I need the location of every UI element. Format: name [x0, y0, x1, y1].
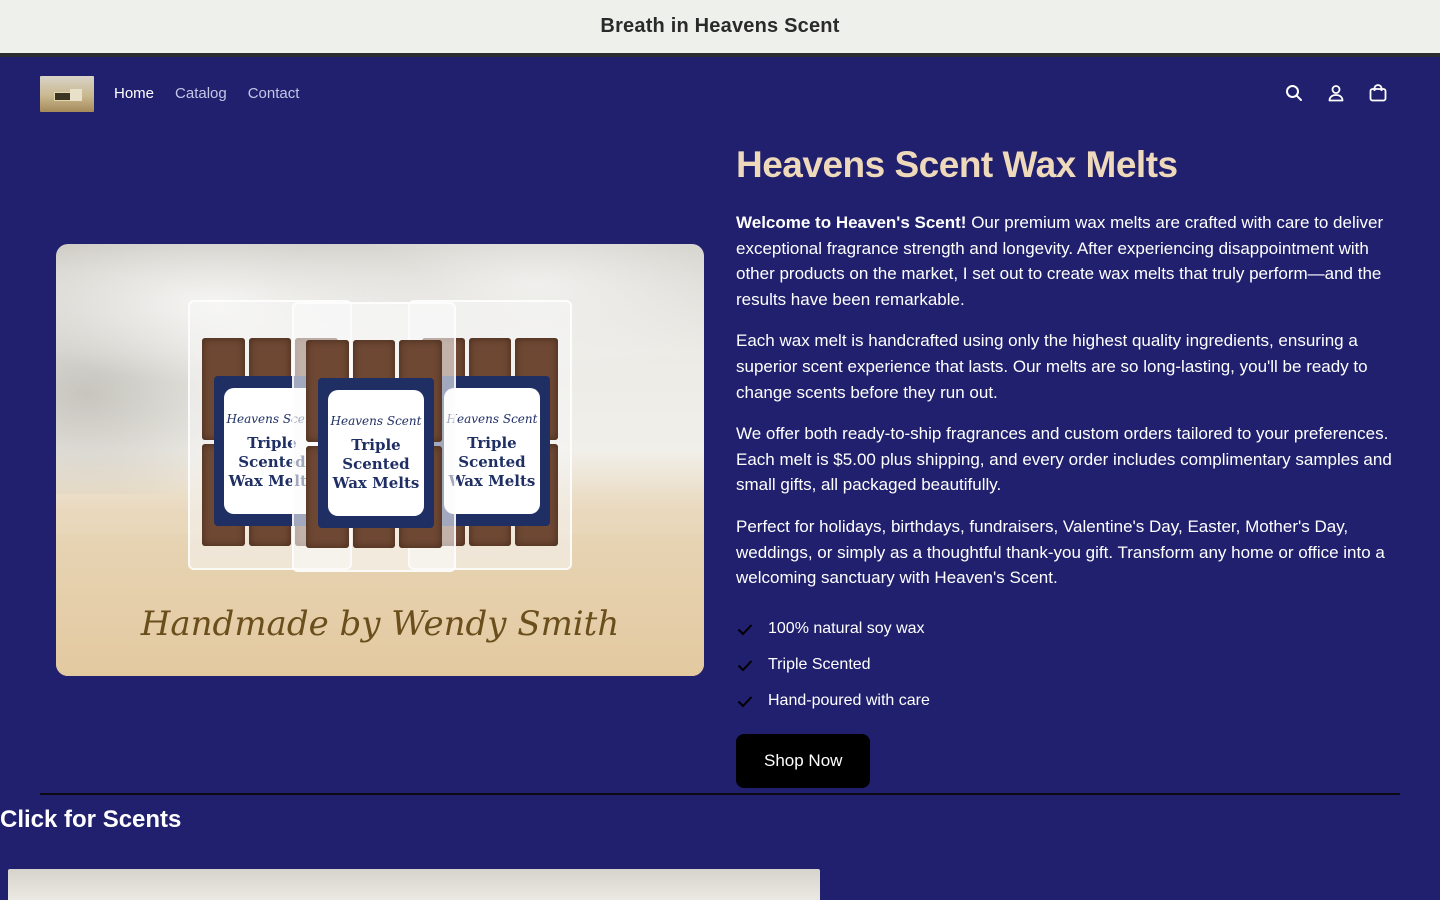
- paragraph-occasions: Perfect for holidays, birthdays, fundrai…: [736, 516, 1385, 588]
- check-icon: [737, 660, 753, 672]
- feature-list: 100% natural soy wax Triple Scented Hand…: [736, 611, 1396, 719]
- scents-section-title: Click for Scents: [0, 806, 182, 833]
- intro-paragraph: Welcome to Heaven's Scent! Our premium w…: [736, 210, 1396, 312]
- store-logo[interactable]: [40, 76, 94, 112]
- feature-label: Triple Scented: [768, 655, 871, 673]
- search-icon[interactable]: [1284, 83, 1304, 103]
- hero-title: Heavens Scent Wax Melts: [736, 144, 1178, 185]
- announcement-text: Breath in Heavens Scent: [600, 15, 840, 37]
- pack-name: Scented: [458, 452, 526, 471]
- shop-now-button[interactable]: Shop Now: [736, 733, 871, 788]
- paragraph-quality: Each wax melt is handcrafted using only …: [736, 331, 1368, 402]
- wax-pack-center: Heavens Scent Triple Scented Wax Melts: [292, 302, 456, 572]
- section-divider: [40, 793, 1400, 795]
- feature-item: 100% natural soy wax: [736, 611, 1396, 647]
- hero-content: Heavens Scent Wax Melts Welcome to Heave…: [736, 140, 1396, 788]
- pack-brand: Heavens Scent: [446, 411, 538, 426]
- feature-label: Hand-poured with care: [768, 691, 930, 709]
- feature-label: 100% natural soy wax: [768, 619, 925, 637]
- pack-name: Wax Melts: [448, 471, 536, 490]
- pack-name: Scented: [342, 454, 410, 473]
- scents-image[interactable]: [8, 869, 820, 900]
- handmade-signature: Handmade by Wendy Smith: [140, 604, 620, 644]
- announcement-bar: Breath in Heavens Scent: [0, 0, 1440, 57]
- pack-name: Wax Melts: [332, 473, 420, 492]
- check-icon: [737, 696, 753, 708]
- feature-item: Triple Scented: [736, 647, 1396, 683]
- check-icon: [737, 624, 753, 636]
- account-icon[interactable]: [1326, 83, 1346, 103]
- pack-name: Triple: [351, 435, 401, 454]
- hero-product-image: Heavens Scent Triple Scented Wax Melts H…: [56, 244, 704, 676]
- header-icons: [1284, 83, 1388, 103]
- pack-brand: Heavens Scent: [330, 413, 422, 428]
- feature-item: Hand-poured with care: [736, 683, 1396, 719]
- pack-name: Triple: [467, 433, 517, 452]
- nav-catalog[interactable]: Catalog: [175, 85, 227, 102]
- cart-icon[interactable]: [1368, 83, 1388, 103]
- intro-bold: Welcome to Heaven's Scent!: [736, 213, 967, 232]
- paragraph-pricing: We offer both ready-to-ship fragrances a…: [736, 424, 1392, 495]
- nav-contact[interactable]: Contact: [248, 85, 300, 102]
- site-header: Home Catalog Contact: [0, 61, 1440, 127]
- nav-home[interactable]: Home: [114, 85, 154, 102]
- main-nav: Home Catalog Contact: [114, 85, 299, 102]
- pack-name: Triple: [247, 433, 297, 452]
